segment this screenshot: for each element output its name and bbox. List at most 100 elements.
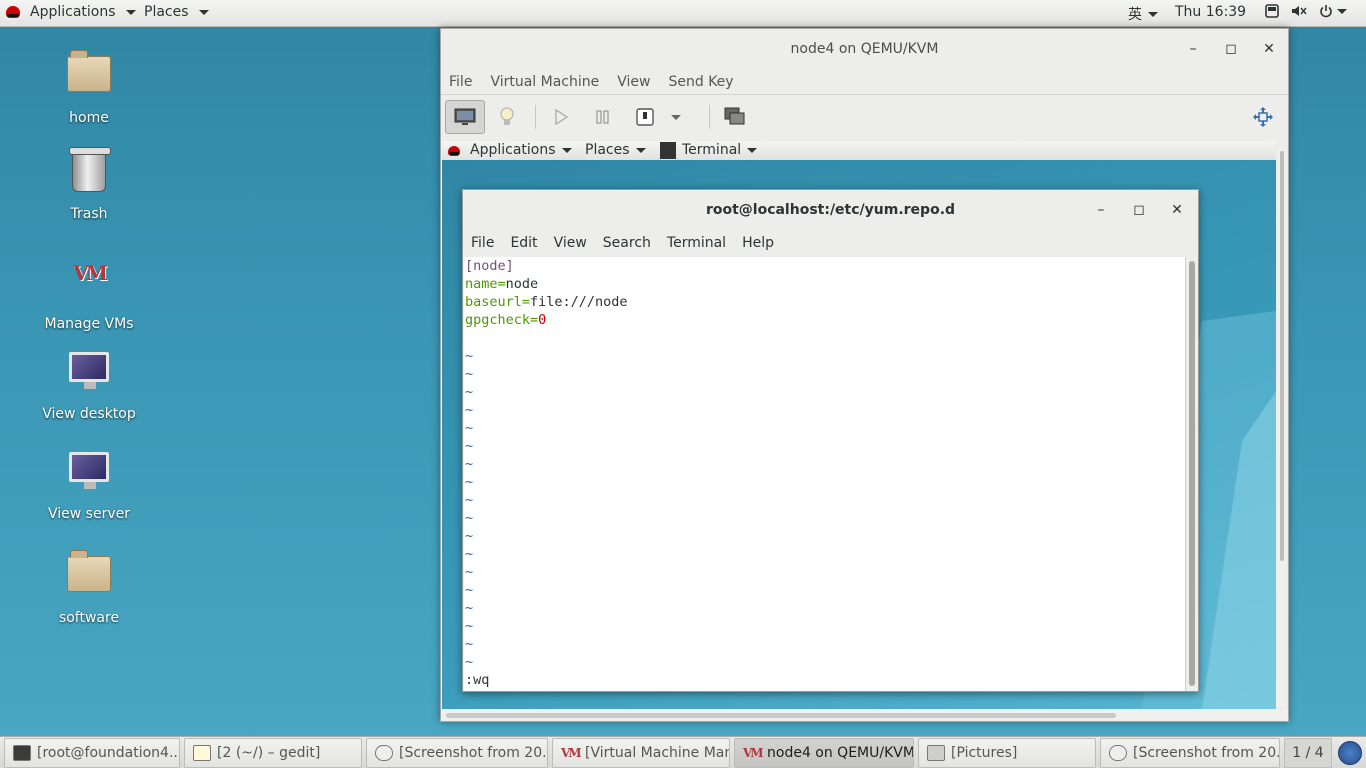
redhat-logo-icon (6, 6, 20, 18)
applications-menu[interactable]: Applications (6, 4, 136, 20)
guest-places-menu[interactable]: Places (585, 141, 646, 160)
input-method-label: 英 (1128, 7, 1142, 23)
lightbulb-icon (500, 107, 514, 125)
taskbar-item-gedit[interactable]: [2 (~/) – gedit] (184, 738, 362, 768)
terminal-app-icon (660, 142, 676, 159)
menu-help[interactable]: Help (742, 235, 774, 251)
taskbar-item-label: [root@foundation4... (37, 745, 180, 761)
monitor-icon (454, 108, 476, 125)
notification-icon[interactable] (1338, 741, 1362, 765)
vim-tilde-line: ~ (465, 618, 474, 634)
desktop-icon-home[interactable]: home (34, 48, 144, 126)
desktop-icon-view-desktop[interactable]: View desktop (34, 348, 144, 422)
maximize-button[interactable]: ◻ (1222, 29, 1240, 69)
clock[interactable]: Thu 16:39 (1175, 4, 1246, 20)
volume-muted-icon[interactable] (1291, 4, 1307, 18)
shutdown-button[interactable] (625, 100, 665, 134)
guest-applications-menu[interactable]: Applications (448, 141, 572, 160)
power-icon[interactable] (1319, 4, 1333, 18)
menu-file[interactable]: File (471, 235, 494, 251)
terminal-scrollbar[interactable] (1185, 257, 1197, 691)
vim-tilde-line: ~ (465, 636, 474, 652)
vm-toolbar (441, 95, 1288, 139)
vim-tilde-line: ~ (465, 492, 474, 508)
taskbar-item-terminal[interactable]: [root@foundation4... (4, 738, 180, 768)
desktop-icon-software[interactable]: software (34, 548, 144, 626)
menu-send-key[interactable]: Send Key (668, 74, 733, 90)
vim-tilde-line: ~ (465, 456, 474, 472)
guest-terminal-label: Terminal (682, 142, 742, 158)
screen-switch-button[interactable] (715, 100, 755, 134)
clock-label: Thu 16:39 (1175, 4, 1247, 20)
vm-window-title: node4 on QEMU/KVM (790, 41, 939, 57)
input-method-indicator[interactable]: 英 (1128, 4, 1158, 24)
menu-view[interactable]: View (554, 235, 587, 251)
vim-tilde-line: ~ (465, 528, 474, 544)
workspace-switcher[interactable]: 1 / 4 (1284, 738, 1332, 768)
places-menu[interactable]: Places (144, 4, 209, 20)
minimize-button[interactable]: – (1184, 29, 1202, 69)
desktop-icon-manage-vms[interactable]: VM Manage VMs (34, 248, 144, 332)
taskbar-item-pictures[interactable]: [Pictures] (918, 738, 1096, 768)
shutdown-dropdown-button[interactable] (663, 100, 685, 134)
maximize-button[interactable]: ◻ (1130, 190, 1148, 230)
taskbar-item-screenshot-2[interactable]: [Screenshot from 20... (1100, 738, 1280, 768)
taskbar-item-label: node4 on QEMU/KVM (767, 745, 914, 761)
fullscreen-button[interactable] (1243, 100, 1283, 134)
vm-horizontal-scrollbar[interactable] (442, 710, 1288, 720)
top-panel: Applications Places 英 Thu 16:39 (0, 0, 1366, 27)
menu-search[interactable]: Search (603, 235, 651, 251)
close-button[interactable]: ✕ (1260, 29, 1278, 69)
run-button[interactable] (541, 100, 581, 134)
menu-virtual-machine[interactable]: Virtual Machine (490, 74, 599, 90)
window-list-icon[interactable] (1265, 4, 1279, 18)
taskbar-item-virt-manager[interactable]: VM [Virtual Machine Man... (552, 738, 730, 768)
desktop-icon-trash[interactable]: Trash (34, 147, 144, 222)
taskbar-item-screenshot[interactable]: [Screenshot from 20... (366, 738, 548, 768)
guest-terminal-menu[interactable]: Terminal (660, 141, 758, 160)
play-icon (555, 109, 568, 125)
vim-tilde-line: ~ (465, 564, 474, 580)
places-menu-label: Places (144, 4, 189, 20)
chevron-down-icon (198, 9, 209, 15)
chevron-down-icon[interactable] (1337, 8, 1347, 14)
chevron-down-icon (1148, 11, 1158, 17)
vim-tilde-line: ~ (465, 510, 474, 526)
desktop-icon-label: software (58, 610, 120, 626)
guest-applications-label: Applications (470, 142, 556, 158)
vim-command-line[interactable]: :wq (464, 671, 1186, 689)
pause-button[interactable] (583, 100, 623, 134)
vim-tilde-line: ~ (465, 420, 474, 436)
virt-manager-icon: VM (743, 746, 764, 760)
vim-tilde-line: ~ (465, 582, 474, 598)
close-button[interactable]: ✕ (1168, 190, 1186, 230)
taskbar-item-label: [Screenshot from 20... (1133, 745, 1280, 761)
taskbar-item-label: [Virtual Machine Man... (585, 745, 729, 761)
desktop-icon-view-server[interactable]: View server (34, 448, 144, 522)
vim-tilde-line: ~ (465, 384, 474, 400)
details-view-button[interactable] (487, 100, 527, 134)
screenshot-icon (1109, 745, 1127, 761)
menu-file[interactable]: File (449, 74, 472, 90)
chevron-down-icon (671, 114, 681, 120)
vm-window-titlebar[interactable]: node4 on QEMU/KVM – ◻ ✕ (441, 29, 1288, 69)
terminal-window: root@localhost:/etc/yum.repo.d – ◻ ✕ Fil… (462, 189, 1199, 692)
vm-vertical-scrollbar[interactable] (1278, 147, 1286, 707)
system-tray[interactable] (1265, 4, 1347, 18)
power-off-icon (636, 108, 654, 126)
applications-menu-label: Applications (30, 4, 116, 20)
taskbar-item-vm-viewer[interactable]: VM node4 on QEMU/KVM (734, 738, 914, 768)
fullscreen-icon (1253, 107, 1273, 127)
console-view-button[interactable] (445, 100, 485, 134)
menu-view[interactable]: View (617, 74, 650, 90)
vim-tilde-line: ~ (465, 438, 474, 454)
terminal-title: root@localhost:/etc/yum.repo.d (705, 202, 956, 218)
desktop-icon-label: View desktop (42, 406, 136, 422)
vim-tilde-line: ~ (465, 546, 474, 562)
minimize-button[interactable]: – (1092, 190, 1110, 230)
menu-terminal[interactable]: Terminal (667, 235, 726, 251)
terminal-titlebar[interactable]: root@localhost:/etc/yum.repo.d – ◻ ✕ (463, 190, 1198, 230)
terminal-text-area[interactable]: [node] name=node baseurl=file:///node gp… (464, 257, 1186, 691)
chevron-down-icon (125, 9, 136, 15)
menu-edit[interactable]: Edit (510, 235, 537, 251)
